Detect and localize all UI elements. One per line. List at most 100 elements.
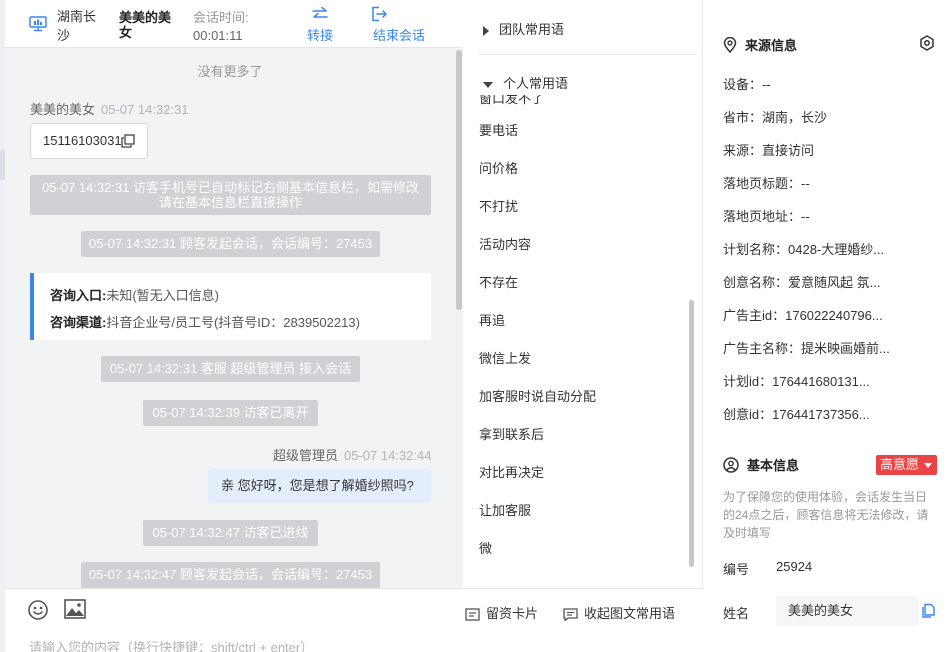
- collapse-phrases-label: 收起图文常用语: [584, 606, 676, 621]
- entry-row: 咨询入口:未知(暂无入口信息): [50, 282, 431, 309]
- system-message: 05-07 14:32:31 访客手机号已自动标记右侧基本信息栏，如需修改 请在…: [30, 175, 431, 215]
- system-message: 05-07 14:32:31 客服 超级管理员 接入会话: [101, 356, 360, 382]
- chat-header: 湖南长沙 美美的美女 会话时间: 00:01:11 转接 结束会话: [5, 0, 463, 48]
- visitor-location: 湖南长沙: [57, 9, 97, 43]
- phrase-item[interactable]: 不存在: [479, 272, 518, 291]
- phrase-item[interactable]: 不打扰: [479, 196, 518, 215]
- transfer-label: 转接: [306, 28, 333, 43]
- sender-name: 美美的美女: [30, 102, 96, 117]
- divider: [477, 54, 697, 55]
- team-phrases-toggle[interactable]: 团队常用语: [483, 19, 564, 38]
- phrase-item[interactable]: 再追: [479, 310, 505, 329]
- end-session-label: 结束会话: [372, 28, 425, 43]
- monitor-icon: [29, 16, 47, 32]
- no-more-text: 没有更多了: [197, 64, 263, 79]
- transfer-icon: [312, 6, 328, 18]
- source-info-row: 省市：湖南，长沙: [723, 110, 828, 125]
- source-info-row: 广告主id：176022240796...: [723, 308, 883, 323]
- phrase-item[interactable]: 让加客服: [479, 500, 531, 519]
- user-circle-icon: [723, 457, 739, 473]
- name-field[interactable]: 美美的美女: [776, 596, 918, 626]
- channel-value: 抖音企业号/员工号(抖音号ID：2839502213): [106, 315, 360, 330]
- phrase-item[interactable]: 问价格: [479, 158, 518, 177]
- consult-info-card: 咨询入口:未知(暂无入口信息) 咨询渠道:抖音企业号/员工号(抖音号ID：283…: [30, 273, 431, 340]
- visitor-message-meta: 美美的美女 05-07 14:32:31: [30, 99, 188, 118]
- phrase-item[interactable]: 加客服时说自动分配: [479, 386, 596, 405]
- source-info-row: 广告主名称：提米映画婚前...: [723, 341, 890, 356]
- location-pin-icon: [723, 36, 737, 54]
- source-info-row: 计划id：176441680131...: [723, 374, 870, 389]
- lead-card-label: 留资卡片: [486, 606, 539, 621]
- system-message: 05-07 14:32:39 访客已离开: [143, 400, 318, 426]
- team-phrases-label: 团队常用语: [499, 22, 565, 37]
- entry-label: 咨询入口:: [50, 288, 107, 303]
- collapsed-arrow-icon: [483, 25, 489, 36]
- intent-level-label: 高意愿: [880, 457, 920, 472]
- id-value: 25924: [776, 559, 813, 574]
- phrase-item[interactable]: 要电话: [479, 120, 518, 139]
- source-info-row: 落地页地址：--: [723, 209, 810, 224]
- composer-tools: 留资卡片 收起图文常用语: [463, 588, 703, 652]
- source-info-title: 来源信息: [723, 35, 797, 54]
- personal-phrases-toggle[interactable]: 个人常用语: [483, 73, 683, 94]
- source-info-row: 落地页标题：--: [723, 176, 810, 191]
- name-label: 姓名: [723, 606, 750, 621]
- message-time: 05-07 14:32:31: [101, 102, 189, 117]
- entry-value: 未知(暂无入口信息): [106, 288, 220, 303]
- phrase-item[interactable]: 拿到联系后: [479, 424, 544, 443]
- target-icon[interactable]: [919, 35, 935, 51]
- source-info-row: 创意id：176441737356...: [723, 407, 870, 422]
- phrase-item[interactable]: 活动内容: [479, 234, 531, 253]
- personal-phrases-label: 个人常用语: [503, 76, 569, 91]
- sender-name: 超级管理员: [273, 448, 339, 463]
- system-message-line: 05-07 14:32:31 访客手机号已自动标记右侧基本信息栏，如需修改: [41, 180, 420, 195]
- session-time-label: 会话时间:: [193, 10, 249, 25]
- basic-info-label: 基本信息: [747, 458, 800, 473]
- system-message: 05-07 14:32:47 顾客发起会话，会话编号：27453: [81, 562, 380, 588]
- phone-card: 15116103031: [30, 123, 148, 159]
- phrase-item[interactable]: 对比再决定: [479, 462, 544, 481]
- source-info-row: 设备：--: [723, 77, 771, 92]
- emoji-icon[interactable]: [27, 599, 49, 621]
- source-info-label: 来源信息: [745, 38, 798, 53]
- source-info-row: 创意名称：爱意随风起 氛...: [723, 275, 881, 290]
- agent-message-meta: 超级管理员 05-07 14:32:44: [273, 445, 431, 464]
- phrase-item[interactable]: 微信上发: [479, 348, 531, 367]
- basic-info-title: 基本信息: [723, 455, 799, 474]
- phrases-scrollbar[interactable]: [689, 300, 694, 567]
- collapse-phrases-button[interactable]: 收起图文常用语: [563, 603, 675, 622]
- session-time-value: 00:01:11: [193, 28, 243, 43]
- card-icon: [465, 608, 480, 621]
- id-label: 编号: [723, 562, 750, 577]
- caret-down-icon: [924, 463, 932, 468]
- message-list[interactable]: 没有更多了 美美的美女 05-07 14:32:31 15116103031 05…: [5, 48, 455, 588]
- copy-icon[interactable]: [921, 603, 935, 618]
- message-icon: [563, 608, 578, 622]
- exit-icon: [372, 6, 388, 22]
- chat-scrollbar-thumb[interactable]: [456, 50, 462, 310]
- message-input[interactable]: 请输入您的内容（换行快捷键：shift/ctrl + enter）: [29, 637, 313, 652]
- lead-card-button[interactable]: 留资卡片: [465, 603, 538, 622]
- composer[interactable]: 请输入您的内容（换行快捷键：shift/ctrl + enter）: [5, 588, 463, 652]
- visitor-name: 美美的美女: [119, 10, 172, 40]
- channel-row: 咨询渠道:抖音企业号/员工号(抖音号ID：2839502213): [50, 309, 431, 336]
- image-icon[interactable]: [64, 599, 86, 619]
- expanded-arrow-icon: [483, 81, 493, 88]
- message-time: 05-07 14:32:44: [344, 448, 432, 463]
- chat-scrollbar[interactable]: [455, 48, 463, 588]
- source-info-row: 来源：直接访问: [723, 143, 815, 158]
- customer-info-panel: 来源信息 设备：-- 省市：湖南，长沙 来源：直接访问 落地页标题：-- 落地页地址：-…: [703, 0, 952, 652]
- intent-level-dropdown[interactable]: 高意愿: [876, 455, 937, 475]
- source-info-row: 计划名称：0428-大理婚纱...: [723, 242, 885, 257]
- system-message-line: 请在基本信息栏直接操作: [158, 195, 302, 210]
- quick-phrases-panel: 团队常用语 个人常用语 窗口发不了 要电话 问价格 不打扰 活动内容 不存在 再追 微信上发…: [463, 0, 703, 588]
- channel-label: 咨询渠道:: [50, 315, 107, 330]
- phrase-item[interactable]: 微: [479, 538, 492, 557]
- end-session-button[interactable]: 结束会话: [369, 6, 429, 44]
- edit-notice: 为了保障您的使用体验，会话发生当日的24点之后，顾客信息将无法修改，请及时填写: [723, 490, 929, 540]
- system-message: 05-07 14:32:31 顾客发起会话，会话编号：27453: [81, 231, 380, 257]
- system-message: 05-07 14:32:47 访客已进线: [143, 520, 318, 546]
- copy-icon[interactable]: [121, 134, 135, 148]
- agent-message-bubble: 亲 您好呀，您是想了解婚纱照吗?: [208, 469, 431, 503]
- transfer-button[interactable]: 转接: [302, 6, 338, 44]
